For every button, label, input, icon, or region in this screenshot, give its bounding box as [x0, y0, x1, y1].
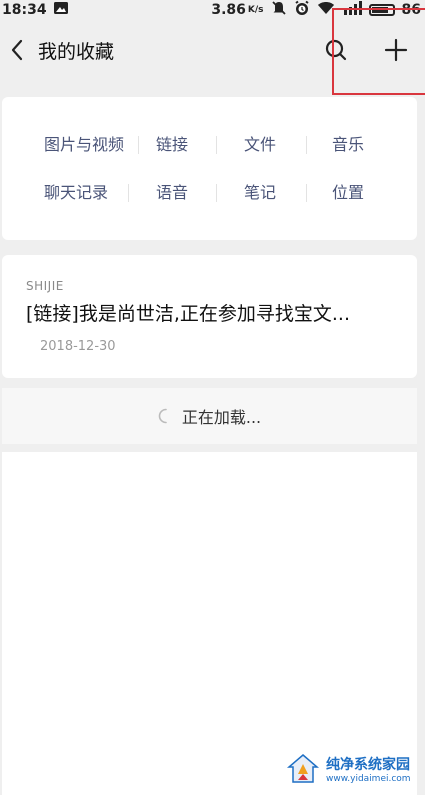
watermark-text: 纯净系统家园 www.yidaimei.com: [326, 754, 411, 784]
house-logo-icon: [286, 754, 320, 783]
add-button[interactable]: [381, 35, 411, 65]
category-notes[interactable]: 笔记: [230, 183, 290, 203]
watermark: 纯净系统家园 www.yidaimei.com: [286, 752, 411, 786]
status-bar: 18:34 3.86 K/s 86: [0, 0, 425, 20]
category-chat-history[interactable]: 聊天记录: [34, 183, 118, 203]
title-bar: 我的收藏: [0, 20, 425, 80]
image-notification-icon: [53, 1, 69, 19]
list-item[interactable]: SHIJIE [链接]我是尚世洁,正在参加寻找宝文... 2018-12-30: [2, 255, 417, 378]
category-row-2: 聊天记录 语音 笔记 位置: [2, 173, 417, 213]
favorite-title: [链接]我是尚世洁,正在参加寻找宝文...: [26, 303, 350, 325]
category-divider: [128, 184, 129, 202]
loading-indicator: 正在加载...: [2, 388, 417, 444]
page-title: 我的收藏: [38, 40, 115, 63]
signal-icon: [342, 1, 362, 19]
search-icon: [325, 39, 347, 61]
back-button[interactable]: [2, 35, 32, 65]
category-links[interactable]: 链接: [142, 135, 202, 155]
plus-icon: [384, 38, 408, 62]
category-files[interactable]: 文件: [230, 135, 290, 155]
favorite-source: SHIJIE: [26, 279, 64, 293]
network-speed: 3.86: [211, 2, 246, 18]
empty-content-area: [2, 452, 417, 795]
category-card: 图片与视频 链接 文件 音乐 聊天记录 语音 笔记 位置: [2, 97, 417, 240]
category-divider: [138, 136, 139, 154]
category-divider: [216, 184, 217, 202]
spinner-icon: [158, 408, 167, 424]
favorite-date: 2018-12-30: [40, 339, 116, 354]
watermark-title: 纯净系统家园: [326, 757, 410, 773]
category-divider: [216, 136, 217, 154]
chevron-left-icon: [11, 39, 23, 61]
bell-muted-icon: [271, 0, 287, 20]
category-voice[interactable]: 语音: [142, 183, 202, 203]
loading-text: 正在加载...: [181, 408, 262, 427]
alarm-icon: [294, 0, 310, 20]
category-music[interactable]: 音乐: [318, 135, 378, 155]
category-location[interactable]: 位置: [318, 183, 378, 203]
battery-icon: [368, 4, 395, 16]
wifi-icon: [317, 1, 335, 19]
battery-level: 86: [401, 2, 421, 18]
status-time: 18:34: [2, 2, 47, 18]
category-photos-videos[interactable]: 图片与视频: [34, 135, 134, 155]
category-row-1: 图片与视频 链接 文件 音乐: [2, 125, 417, 165]
category-divider: [306, 184, 307, 202]
network-speed-unit: K/s: [247, 5, 264, 15]
category-divider: [306, 136, 307, 154]
status-right: 3.86 K/s 86: [211, 0, 421, 20]
watermark-url: www.yidaimei.com: [326, 774, 411, 784]
status-left: 18:34: [2, 1, 69, 19]
title-actions: [321, 35, 425, 65]
search-button[interactable]: [321, 35, 351, 65]
